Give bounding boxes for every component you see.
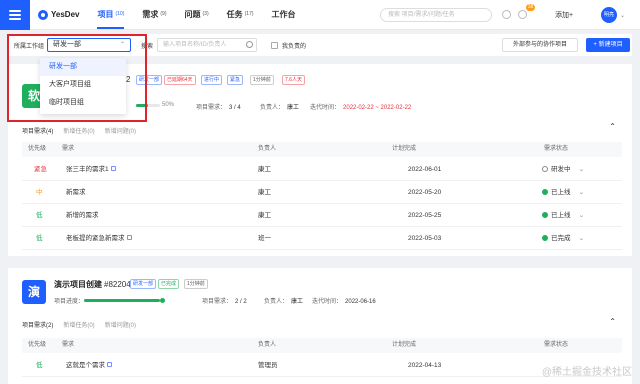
table-row[interactable]: 中 新需求 康工 2022-05-20 已上线 ⌄ xyxy=(22,181,622,204)
project-owner: 负责人： 康工 xyxy=(260,105,300,111)
watermark: @稀土掘金技术社区 xyxy=(541,367,632,378)
menu-icon[interactable] xyxy=(0,0,30,30)
chevron-down-icon: ⌄ xyxy=(578,212,584,219)
chevron-up-icon[interactable]: ⌃ xyxy=(609,122,616,131)
check-icon xyxy=(542,189,548,195)
table-row[interactable]: 低 新增的需求 康工 2022-05-25 已上线 ⌄ xyxy=(22,204,622,227)
project-tabs: 项目需求(4) 新增任务(0) 新增问题(0) xyxy=(22,126,136,135)
tag-priority: 紧急 xyxy=(227,75,244,85)
tag-updated: 1分钟前 xyxy=(250,75,274,85)
iteration-period: 迭代时间： 2022-06-16 xyxy=(312,299,376,305)
status-select[interactable]: 已上线 ⌄ xyxy=(542,204,584,227)
tag-status: 已完成 xyxy=(158,279,180,289)
project-card: 演 演示项目创建 #82204 研发一部 已完成 1分钟前 项目进度： 项目需求：… xyxy=(8,268,632,384)
table-row[interactable]: 低 这就是个需求 管理员 2022-04-13 xyxy=(22,354,622,377)
chevron-down-icon: ⌄ xyxy=(578,189,584,196)
avatar[interactable]: 明亮 xyxy=(601,7,617,23)
brand-name: YesDev xyxy=(51,10,80,19)
nav-item-issues[interactable]: 问题 (3) xyxy=(185,9,209,20)
check-icon xyxy=(542,212,548,218)
add-button[interactable]: 添加+ xyxy=(555,10,573,20)
chevron-down-icon[interactable]: ⌄ xyxy=(620,12,625,19)
progress-label: 项目进度： xyxy=(54,299,85,305)
mine-checkbox[interactable] xyxy=(271,41,279,49)
search-icon[interactable] xyxy=(246,41,254,48)
tab-issues[interactable]: 新增问题(0) xyxy=(105,126,136,135)
chevron-up-icon[interactable]: ⌃ xyxy=(609,317,616,326)
status-select[interactable]: 已完成 ⌄ xyxy=(542,227,584,250)
tab-tasks[interactable]: 新增任务(0) xyxy=(63,320,94,329)
nav-item-projects[interactable]: 项目 (10) xyxy=(97,1,125,29)
project-title[interactable]: 演示项目创建 #82204 xyxy=(54,279,131,290)
table-header: 优先级 需求 负责人 计划完成 需求状态 xyxy=(22,338,622,353)
notification-badge: 38 xyxy=(526,4,535,11)
project-tabs: 项目需求(2) 新增任务(0) 新增问题(0) xyxy=(22,320,136,329)
requirement-count: 项目需求： 2 / 2 xyxy=(202,299,247,305)
tag-status: 进行中 xyxy=(201,75,223,85)
table-row[interactable]: 低 老板提的紧急新需求 班一 2022-05-03 已完成 ⌄ xyxy=(22,227,622,250)
tab-issues[interactable]: 新增问题(0) xyxy=(105,320,136,329)
check-icon xyxy=(542,235,548,241)
tab-requirements[interactable]: 项目需求(2) xyxy=(22,320,53,329)
tag-team: 研发一部 xyxy=(130,279,157,289)
mine-label: 我负责的 xyxy=(282,43,307,50)
project-search-input[interactable]: 输入项目名称/ID/负责人 xyxy=(157,38,258,52)
status-select[interactable]: 已上线 ⌄ xyxy=(542,181,584,204)
project-owner: 负责人： 康工 xyxy=(264,299,304,305)
calendar-icon xyxy=(110,166,116,171)
new-project-button[interactable]: + 新建项目 xyxy=(586,38,630,52)
iteration-period: 迭代时间： 2022-02-22 ~ 2022-02-22 xyxy=(310,105,412,111)
table-row[interactable]: 紧急 张三丰的需求1 康工 2022-06-01 研发中 ⌄ xyxy=(22,158,622,181)
chevron-down-icon: ⌄ xyxy=(578,166,584,173)
nav-item-tasks[interactable]: 任务 (17) xyxy=(227,9,254,20)
tab-tasks[interactable]: 新增任务(0) xyxy=(63,126,94,135)
tab-requirements[interactable]: 项目需求(4) xyxy=(22,126,53,135)
table-header: 优先级 需求 负责人 计划完成 需求状态 xyxy=(22,142,622,157)
tag-updated: 1分钟前 xyxy=(184,279,208,289)
brand-logo[interactable]: YesDev xyxy=(38,9,80,20)
status-dot-icon xyxy=(542,166,548,172)
project-progress-bar xyxy=(84,299,160,302)
status-select[interactable]: 研发中 ⌄ xyxy=(542,158,584,181)
progress-fill xyxy=(84,299,160,302)
annotation-highlight-box xyxy=(7,34,147,122)
complete-icon xyxy=(160,298,165,303)
chevron-down-icon: ⌄ xyxy=(578,235,584,242)
progress-percent: 50% xyxy=(162,102,175,108)
requirement-count: 项目需求： 3 / 4 xyxy=(196,105,241,111)
help-icon[interactable] xyxy=(518,10,527,19)
logo-icon xyxy=(38,9,48,20)
external-projects-button[interactable]: 外部参与的协作项目 xyxy=(502,38,578,52)
nav-item-requirements[interactable]: 需求 (9) xyxy=(142,9,166,20)
top-navbar: YesDev 项目 (10) 需求 (9) 问题 (3) 任务 (17) 工作台 搜索 … xyxy=(0,0,640,30)
calendar-icon xyxy=(126,235,132,240)
calendar-icon xyxy=(107,362,112,367)
tag-delay: 已延期64天 xyxy=(164,75,196,85)
tag-effort: 7.6人天 xyxy=(282,75,305,85)
bell-icon[interactable] xyxy=(502,10,511,19)
project-avatar: 演 xyxy=(22,280,46,304)
global-search-input[interactable]: 搜索 项目/需求/问题/任务 xyxy=(380,8,492,22)
nav-item-workbench[interactable]: 工作台 xyxy=(272,9,296,20)
